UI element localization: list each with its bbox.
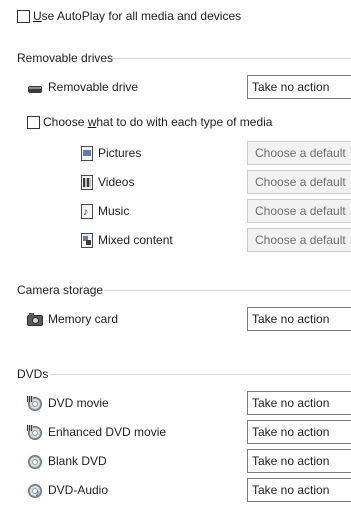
dvd-movie-icon [27,396,43,412]
camera-storage-divider [104,290,351,291]
videos-label: Videos [98,175,135,189]
pictures-icon [79,146,95,162]
enhanced-dvd-label: Enhanced DVD movie [48,425,167,439]
memory-card-select[interactable]: Take no action [247,307,351,331]
mixed-content-icon [79,233,95,249]
blank-dvd-label: Blank DVD [48,454,107,468]
camera-icon [27,312,43,328]
autoplay-label[interactable]: Use AutoPlay for all media and devices [33,8,241,24]
videos-icon [79,175,95,191]
camera-storage-heading: Camera storage [17,283,104,297]
music-label: Music [98,204,130,218]
removable-drives-divider [112,58,351,59]
choose-media-checkbox[interactable] [27,116,40,129]
removable-drive-label: Removable drive [48,80,139,94]
blank-dvd-select[interactable]: Take no action [247,449,351,473]
autoplay-label-rest: se AutoPlay for all media and devices [41,9,242,23]
pictures-label: Pictures [98,146,142,160]
enhanced-dvd-select[interactable]: Take no action [247,420,351,444]
choose-media-label[interactable]: Choose what to do with each type of medi… [43,114,272,130]
enhanced-dvd-icon [27,425,43,441]
dvds-heading: DVDs [17,367,49,381]
choose-media-label-suffix: hat to do with each type of media [96,115,273,129]
blank-dvd-icon [27,454,43,470]
pictures-select[interactable]: Choose a default [247,141,351,165]
music-icon: ♪ [79,204,95,220]
dvd-movie-label: DVD movie [48,396,109,410]
dvd-audio-select[interactable]: Take no action [247,478,351,502]
videos-select[interactable]: Choose a default [247,170,351,194]
dvd-movie-select[interactable]: Take no action [247,391,351,415]
dvd-audio-label: DVD-Audio [48,483,109,497]
choose-media-label-prefix: Choose [43,115,88,129]
memory-card-label: Memory card [48,312,119,326]
music-select[interactable]: Choose a default [247,199,351,223]
dvd-audio-icon: ♪ [27,483,43,499]
autoplay-checkbox[interactable] [17,10,30,23]
removable-drives-heading: Removable drives [17,51,114,65]
mixed-content-select[interactable]: Choose a default [247,228,351,252]
autoplay-label-accel: U [33,9,42,23]
dvds-divider [50,374,351,375]
removable-drive-select[interactable]: Take no action [247,75,351,99]
mixed-content-label: Mixed content [98,233,173,247]
removable-drive-icon [27,81,43,97]
